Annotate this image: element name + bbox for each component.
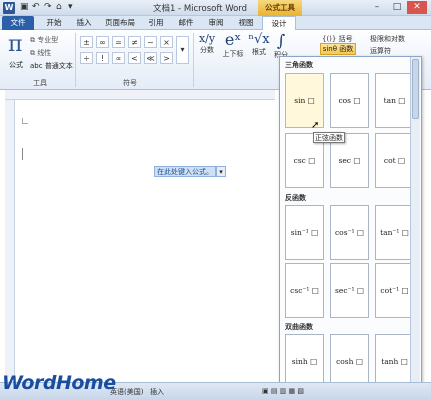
fraction-icon: x/y: [198, 32, 216, 45]
symbol-not-equal[interactable]: ≠: [128, 36, 141, 48]
fraction-label: 分数: [200, 46, 214, 54]
maximize-icon[interactable]: □: [387, 1, 407, 14]
tab-references[interactable]: 引用: [142, 16, 170, 30]
equation-button-label[interactable]: 公式: [9, 60, 23, 70]
operators-button[interactable]: 运算符: [370, 46, 391, 56]
group-separator: [75, 33, 76, 87]
mouse-pointer-icon: ➚: [311, 120, 320, 131]
professional-label: 专业型: [37, 36, 59, 44]
scrollbar-thumb[interactable]: [412, 59, 419, 119]
undo-icon[interactable]: ↶: [32, 2, 40, 12]
linear-button[interactable]: ⧉ 线性: [30, 48, 51, 58]
integral-icon: ∫: [276, 31, 286, 50]
tab-design[interactable]: 设计: [262, 16, 296, 31]
symbol-infinity[interactable]: ∞: [96, 36, 109, 48]
fraction-button[interactable]: x/y 分数: [196, 32, 218, 55]
function-button[interactable]: sinθ 函数: [320, 43, 356, 55]
function-arccot[interactable]: cot⁻¹ □: [375, 263, 414, 318]
limits-button[interactable]: 极限和对数: [370, 34, 405, 44]
close-icon[interactable]: ✕: [407, 1, 427, 14]
symbol-divide[interactable]: ÷: [80, 52, 93, 64]
tab-home[interactable]: 开始: [40, 16, 68, 30]
contextual-tab-header: 公式工具: [258, 0, 302, 16]
function-gallery: 三角函数 sin □ cos □ tan □ csc □ sec □ cot □…: [279, 56, 422, 394]
window-title: 文档1 - Microsoft Word: [152, 4, 248, 14]
equation-placeholder[interactable]: 在此处键入公式。: [154, 166, 216, 177]
text-cursor: [22, 148, 23, 160]
tab-mailings[interactable]: 邮件: [172, 16, 200, 30]
home-icon[interactable]: ⌂: [56, 2, 62, 12]
section-title-trig: 三角函数: [285, 61, 313, 69]
function-arcsin[interactable]: sin⁻¹ □: [285, 205, 324, 260]
symbols-more-icon[interactable]: ▾: [176, 36, 189, 64]
tools-group-label: 工具: [33, 79, 47, 87]
radical-button[interactable]: ⁿ√x 根式: [247, 32, 271, 57]
tab-file[interactable]: 文件: [2, 16, 34, 30]
vertical-ruler[interactable]: [5, 100, 15, 378]
view-buttons[interactable]: ▣ ▤ ▥ ▦ ▧: [262, 387, 304, 395]
radical-label: 根式: [252, 48, 266, 56]
section-title-inverse: 反函数: [285, 194, 306, 202]
symbol-tilde[interactable]: ~: [144, 36, 157, 48]
function-arccos[interactable]: cos⁻¹ □: [330, 205, 369, 260]
equation-options-icon[interactable]: ▾: [216, 166, 226, 177]
group-separator: [193, 33, 194, 87]
tooltip: 正弦函数: [313, 132, 345, 143]
document-page[interactable]: [16, 100, 278, 378]
redo-icon[interactable]: ↷: [44, 2, 52, 12]
symbol-much-less[interactable]: ≪: [144, 52, 157, 64]
ribbon-tabs: 文件 开始 插入 页面布局 引用 邮件 审阅 视图 设计: [0, 16, 431, 31]
function-cosh[interactable]: cosh □: [330, 334, 369, 389]
symbol-equals[interactable]: =: [112, 36, 125, 48]
script-label: 上下标: [222, 50, 244, 58]
section-title-hyperbolic: 双曲函数: [285, 323, 313, 331]
title-bar: W ▣ ↶ ↷ ⌂ ▾ 文档1 - Microsoft Word 公式工具 – …: [0, 0, 431, 16]
function-tan[interactable]: tan □: [375, 73, 414, 128]
professional-button[interactable]: ⧉ 专业型: [30, 35, 58, 45]
symbol-less-than[interactable]: <: [128, 52, 141, 64]
horizontal-ruler[interactable]: [5, 90, 275, 100]
function-tanh[interactable]: tanh □: [375, 334, 414, 389]
save-icon[interactable]: ▣: [20, 2, 29, 12]
function-arctan[interactable]: tan⁻¹ □: [375, 205, 414, 260]
symbol-factorial[interactable]: !: [96, 52, 109, 64]
script-icon: eˣ: [224, 30, 242, 49]
symbols-group-label: 符号: [123, 79, 137, 87]
tab-insert[interactable]: 插入: [70, 16, 98, 30]
linear-label: 线性: [37, 49, 52, 57]
insert-mode-status[interactable]: 插入: [150, 387, 164, 397]
symbol-times[interactable]: ×: [160, 36, 173, 48]
normal-text-label: 普通文本: [44, 62, 73, 70]
gallery-scrollbar[interactable]: [410, 57, 420, 393]
minimize-icon[interactable]: –: [367, 1, 387, 14]
function-cos[interactable]: cos □: [330, 73, 369, 128]
word-app-icon: W: [3, 2, 15, 14]
normal-text-button[interactable]: abc 普通文本: [30, 61, 73, 71]
script-button[interactable]: eˣ 上下标: [219, 30, 247, 59]
equation-icon[interactable]: π: [8, 32, 22, 57]
function-arcsec[interactable]: sec⁻¹ □: [330, 263, 369, 318]
symbol-greater-than[interactable]: >: [160, 52, 173, 64]
tab-view[interactable]: 视图: [232, 16, 260, 30]
customize-qat-icon[interactable]: ▾: [68, 2, 73, 12]
function-arccsc[interactable]: csc⁻¹ □: [285, 263, 324, 318]
function-cot[interactable]: cot □: [375, 133, 414, 188]
wordhome-watermark: WordHome: [2, 372, 116, 394]
margin-corner-mark: [22, 118, 28, 124]
symbol-plus-minus[interactable]: ±: [80, 36, 93, 48]
function-sinh[interactable]: sinh □: [285, 334, 324, 389]
tab-review[interactable]: 审阅: [202, 16, 230, 30]
radical-icon: ⁿ√x: [248, 32, 270, 47]
symbol-proportional[interactable]: ∝: [112, 52, 125, 64]
tab-page-layout[interactable]: 页面布局: [100, 16, 140, 30]
